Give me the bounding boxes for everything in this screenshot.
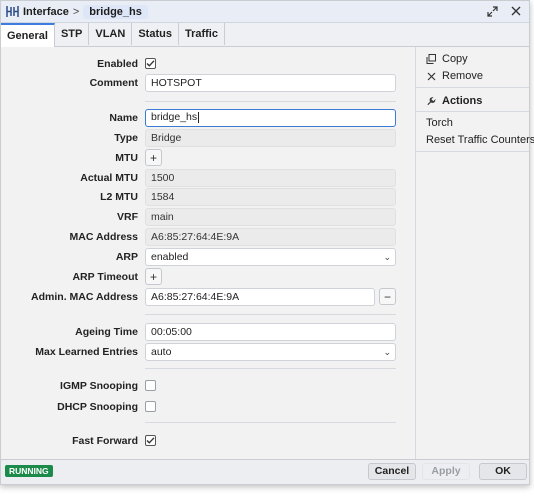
max-learned-value: auto xyxy=(151,346,172,358)
torch-action[interactable]: Torch xyxy=(426,115,453,131)
max-learned-label: Max Learned Entries xyxy=(35,346,138,358)
ageing-time-input[interactable]: 00:05:00 xyxy=(145,323,396,341)
actual-mtu-field: 1500 xyxy=(145,169,396,187)
tab-bar: General STP VLAN Status Traffic xyxy=(1,23,529,47)
mtu-add-button[interactable]: + xyxy=(145,149,162,166)
tools-icon xyxy=(426,96,436,106)
check-icon xyxy=(146,437,155,444)
remove-label: Remove xyxy=(442,70,483,82)
ok-button[interactable]: OK xyxy=(479,463,527,480)
l2-mtu-label: L2 MTU xyxy=(100,191,138,203)
side-divider xyxy=(416,151,529,152)
arp-value: enabled xyxy=(151,251,189,263)
arp-select[interactable]: enabled ⌄ xyxy=(145,248,396,266)
vrf-label: VRF xyxy=(117,211,138,223)
dhcp-snooping-checkbox[interactable] xyxy=(145,401,156,412)
name-label: Name xyxy=(109,112,138,124)
tab-status[interactable]: Status xyxy=(132,23,179,45)
tab-traffic[interactable]: Traffic xyxy=(179,23,225,45)
igmp-snooping-checkbox[interactable] xyxy=(145,380,156,391)
admin-mac-remove-button[interactable]: − xyxy=(379,288,396,305)
type-field: Bridge xyxy=(145,129,396,147)
copy-icon xyxy=(426,54,436,64)
arp-timeout-label: ARP Timeout xyxy=(72,271,138,283)
enabled-checkbox[interactable] xyxy=(145,58,156,69)
apply-button[interactable]: Apply xyxy=(422,463,470,480)
section-divider xyxy=(145,422,396,423)
actual-mtu-label: Actual MTU xyxy=(80,172,138,184)
arp-label: ARP xyxy=(115,251,138,263)
tab-vlan[interactable]: VLAN xyxy=(89,23,133,45)
section-divider xyxy=(145,314,396,315)
status-badge: RUNNING xyxy=(5,465,53,477)
enabled-label: Enabled xyxy=(97,58,138,70)
breadcrumb-separator: > xyxy=(72,5,80,18)
dhcp-snooping-label: DHCP Snooping xyxy=(57,401,138,413)
admin-mac-input[interactable]: A6:85:27:64:4E:9A xyxy=(145,288,375,306)
mac-address-field: A6:85:27:64:4E:9A xyxy=(145,228,396,246)
admin-mac-label: Admin. MAC Address xyxy=(31,291,138,303)
side-divider xyxy=(416,111,529,112)
remove-icon xyxy=(426,71,436,81)
l2-mtu-field: 1584 xyxy=(145,188,396,206)
interface-window: Interface > bridge_hs General STP VLAN S… xyxy=(0,0,534,485)
interface-icon xyxy=(5,5,19,19)
actions-heading: Actions xyxy=(426,93,482,109)
reset-traffic-counters-action[interactable]: Reset Traffic Counters xyxy=(426,132,534,148)
breadcrumb-section[interactable]: Interface xyxy=(23,6,69,18)
fast-forward-label: Fast Forward xyxy=(72,435,138,447)
copy-action[interactable]: Copy xyxy=(426,51,468,67)
side-divider xyxy=(416,87,529,88)
comment-input[interactable]: HOTSPOT xyxy=(145,74,396,92)
fast-forward-checkbox[interactable] xyxy=(145,435,156,446)
chevron-down-icon: ⌄ xyxy=(383,347,391,357)
vrf-field: main xyxy=(145,208,396,226)
tab-general[interactable]: General xyxy=(1,23,55,47)
close-icon[interactable] xyxy=(509,4,523,18)
expand-icon[interactable] xyxy=(485,4,499,18)
status-bar: RUNNING Cancel Apply OK xyxy=(1,459,529,484)
general-form: Enabled Comment HOTSPOT Name bridge_hs T… xyxy=(1,47,415,460)
check-icon xyxy=(146,60,155,67)
section-divider xyxy=(145,101,396,102)
igmp-snooping-label: IGMP Snooping xyxy=(60,380,138,392)
mtu-label: MTU xyxy=(115,152,138,164)
tab-stp[interactable]: STP xyxy=(55,23,90,45)
max-learned-select[interactable]: auto ⌄ xyxy=(145,343,396,361)
section-divider xyxy=(145,368,396,369)
mac-address-label: MAC Address xyxy=(69,231,138,243)
actions-title: Actions xyxy=(442,95,483,107)
breadcrumb-item-name: bridge_hs xyxy=(83,4,148,19)
title-bar: Interface > bridge_hs xyxy=(1,1,529,23)
actions-panel: Copy Remove Actions Torch Reset Traffic … xyxy=(415,47,534,460)
chevron-down-icon: ⌄ xyxy=(383,252,391,262)
ageing-time-label: Ageing Time xyxy=(75,326,138,338)
type-label: Type xyxy=(114,132,138,144)
arp-timeout-add-button[interactable]: + xyxy=(145,268,162,285)
text-caret xyxy=(198,111,200,123)
remove-action[interactable]: Remove xyxy=(426,68,483,84)
cancel-button[interactable]: Cancel xyxy=(368,463,416,480)
name-input[interactable]: bridge_hs xyxy=(145,109,396,127)
copy-label: Copy xyxy=(442,53,468,65)
comment-label: Comment xyxy=(89,77,138,89)
